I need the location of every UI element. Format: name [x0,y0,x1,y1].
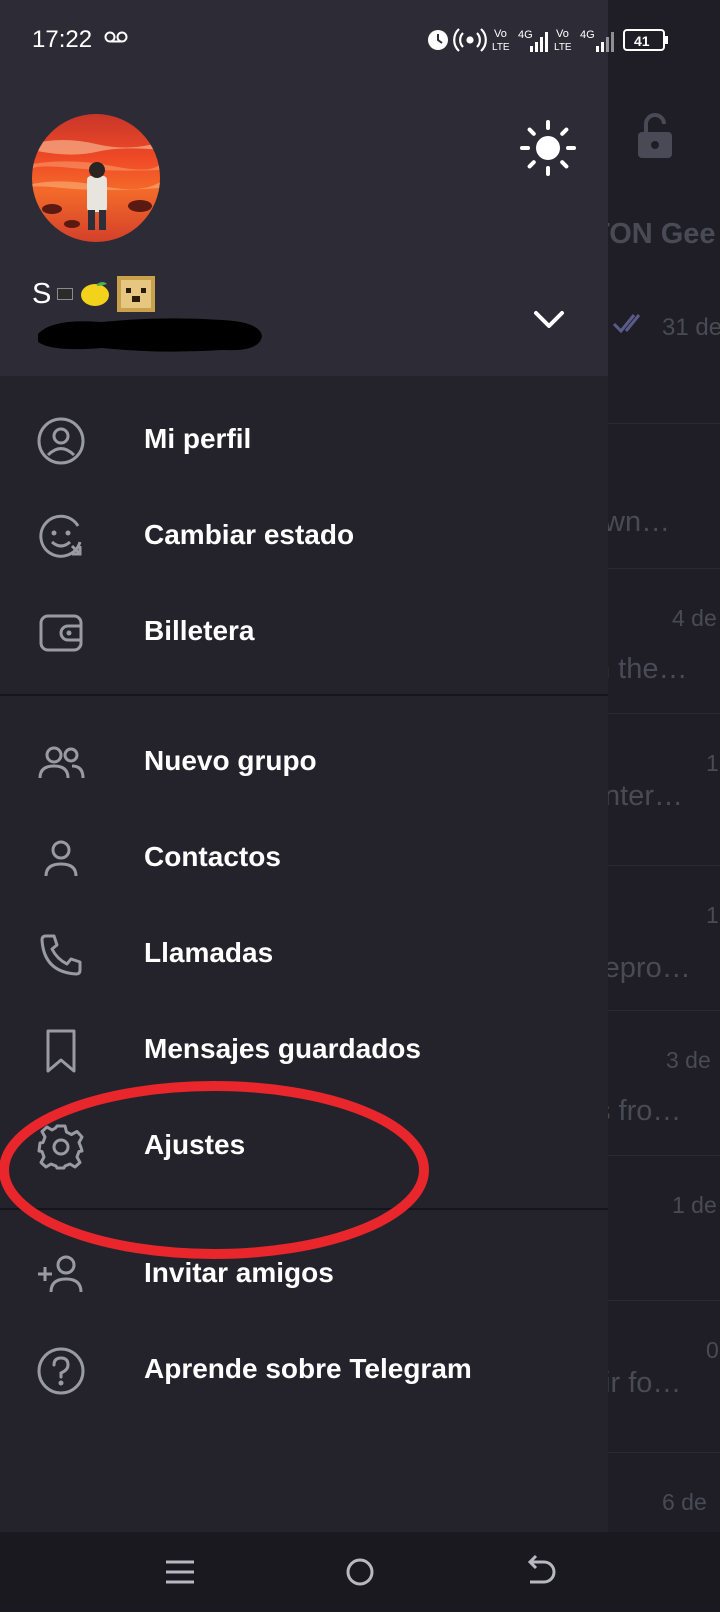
divider [0,1208,608,1210]
user-plus-icon [38,1255,83,1293]
system-nav-bar [0,1532,720,1612]
question-circle-icon [37,1347,85,1395]
lock-icon[interactable] [638,112,672,158]
chat-row[interactable]: 4 de n the… [592,568,720,713]
alarm-icon [428,30,448,50]
user-icon [44,840,78,877]
status-bar: 17:22 Vo LTE 4G Vo LTE 4G 41 [0,0,720,80]
smiley-refresh-icon [39,514,82,558]
chat-row[interactable]: 1 repro… [592,865,720,1010]
home-icon[interactable] [338,1550,382,1594]
menu-label: Cambiar estado [144,519,355,550]
users-icon [38,746,85,779]
back-icon[interactable] [518,1550,562,1594]
chat-time: 1 [706,750,719,776]
chevron-down-icon[interactable] [530,300,568,338]
avatar[interactable] [32,114,160,242]
menu-item-my-profile[interactable]: Mi perfil [0,392,608,488]
menu-label: Llamadas [144,937,274,968]
menu-label: Ajustes [144,1129,246,1160]
redacted-phone-number [38,318,262,352]
chat-row[interactable]: 3 de s fro… [592,1010,720,1155]
chat-row[interactable]: 1 nter… [592,713,720,858]
menu-label: Contactos [144,841,281,872]
menu-item-change-status[interactable]: Cambiar estado [0,488,608,584]
voicemail-icon [104,31,128,43]
signal-icon-2 [596,32,614,52]
chat-time: 3 de [666,1047,711,1073]
menu-item-wallet[interactable]: Billetera [0,584,608,680]
hotspot-icon [453,28,487,52]
chat-row[interactable]: wn… [592,423,720,568]
menu-label: Invitar amigos [144,1257,334,1288]
chat-preview: tir fo… [596,1367,682,1399]
divider [0,694,608,696]
menu-item-learn-telegram[interactable]: Aprende sobre Telegram [0,1322,608,1418]
menu-label: Mensajes guardados [144,1033,421,1064]
menu-label: Aprende sobre Telegram [144,1353,472,1384]
menu-item-contacts[interactable]: Contactos [0,810,608,906]
chat-time: 31 de [662,314,720,341]
menu-icon[interactable] [158,1550,202,1594]
chat-preview: nter… [604,780,683,812]
chat-row[interactable]: 1 de [592,1155,720,1300]
bookmark-icon [46,1029,76,1073]
chat-time: 6 de [662,1489,707,1515]
menu-item-new-group[interactable]: Nuevo grupo [0,714,608,810]
gear-icon [37,1124,84,1170]
lemon-emoji [81,282,110,306]
chat-preview: wn… [604,506,671,538]
user-circle-icon [37,417,85,465]
menu-label: Nuevo grupo [144,745,317,776]
volte-label-1: Vo [494,28,507,40]
chat-time: 1 [706,902,719,928]
chat-preview: s fro… [596,1095,682,1127]
menu-label: Billetera [144,615,255,646]
chat-title-partial: TON Gee [592,218,716,250]
status-icons: Vo LTE 4G Vo LTE 4G 41 [428,28,668,53]
flag-emoji [57,288,74,300]
menu-item-saved-messages[interactable]: Mensajes guardados [0,1002,608,1098]
network-gen-1: 4G [518,29,533,41]
chat-preview: repro… [594,952,691,984]
battery-icon: 41 [623,29,668,51]
battery-level: 41 [634,33,650,49]
profile-name-text: S [32,277,52,310]
chat-time: 1 de [672,1192,717,1218]
menu-label: Mi perfil [144,423,252,454]
wallet-icon [39,614,83,652]
signal-icon-1 [530,32,548,52]
doge-emoji [117,276,156,312]
status-time: 17:22 [32,26,93,53]
chat-row[interactable]: 0 tir fo… [592,1300,720,1445]
chat-time: 0 [706,1337,719,1363]
phone-icon [40,934,82,976]
lte-label-2: LTE [554,42,572,53]
avatar-image [32,114,160,242]
menu-item-calls[interactable]: Llamadas [0,906,608,1002]
double-check-icon [612,314,641,334]
menu-item-invite-friends[interactable]: Invitar amigos [0,1226,608,1322]
navigation-drawer: S Mi perfil Cambiar estado Billetera Nue… [0,0,608,1532]
chat-time: 4 de [672,605,717,631]
network-gen-2: 4G [580,29,595,41]
volte-label-2: Vo [556,28,569,40]
sun-icon[interactable] [520,120,576,176]
menu-item-settings[interactable]: Ajustes [0,1098,608,1194]
screen: TON Gee 31 de wn… 4 de n the… 1 nter… 1 … [0,0,720,1612]
profile-name: S [32,276,156,312]
chat-preview: n the… [594,653,688,685]
lte-label-1: LTE [492,42,510,53]
